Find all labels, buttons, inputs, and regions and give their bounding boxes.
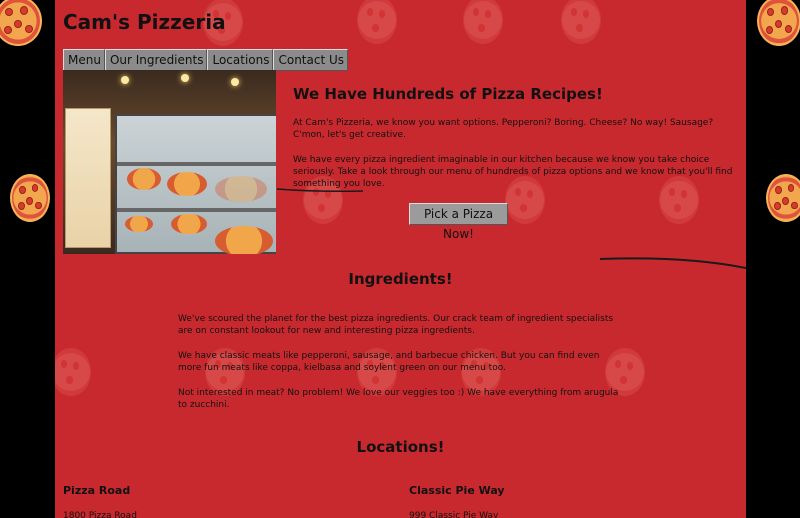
locations-heading: Locations! [356, 438, 445, 456]
ingredients-paragraph: We have classic meats like pepperoni, sa… [178, 351, 600, 373]
pizza-watermark-icon [55, 348, 91, 396]
hero-paragraph: We have every pizza ingredient imaginabl… [293, 155, 733, 189]
pizza-display-photo [63, 70, 276, 254]
location-name: Classic Pie Way [409, 484, 505, 497]
pick-pizza-button[interactable]: Pick a Pizza Now! [409, 203, 508, 241]
location-address: 999 Classic Pie Way [409, 511, 499, 518]
site-title: Cam's Pizzeria [63, 10, 226, 34]
hero-heading: We Have Hundreds of Pizza Recipes! [293, 85, 603, 103]
main-nav: Menu Our Ingredients Locations Contact U… [63, 49, 349, 71]
hero-paragraph: At Cam's Pizzeria, we know you want opti… [293, 118, 714, 140]
pizza-decoration-icon [10, 174, 50, 222]
ingredients-paragraph: Not interested in meat? No problem! We l… [178, 388, 619, 410]
page-content: Cam's Pizzeria Menu Our Ingredients Loca… [55, 0, 746, 518]
nav-locations[interactable]: Locations [207, 49, 274, 71]
location-name: Pizza Road [63, 484, 131, 497]
pizza-decoration-icon [766, 174, 800, 222]
location-address: 1800 Pizza Road [63, 511, 137, 518]
ingredients-paragraph: We've scoured the planet for the best pi… [178, 314, 614, 336]
nav-menu[interactable]: Menu [63, 49, 105, 71]
pizza-decoration-icon [0, 0, 42, 46]
pizza-decoration-icon [757, 0, 800, 46]
pizza-watermark-icon [357, 0, 397, 44]
nav-contact-us[interactable]: Contact Us [273, 49, 349, 71]
pizza-watermark-icon [561, 0, 601, 44]
ingredients-heading: Ingredients! [348, 270, 453, 288]
pizza-watermark-icon [463, 0, 503, 44]
nav-our-ingredients[interactable]: Our Ingredients [104, 49, 208, 71]
